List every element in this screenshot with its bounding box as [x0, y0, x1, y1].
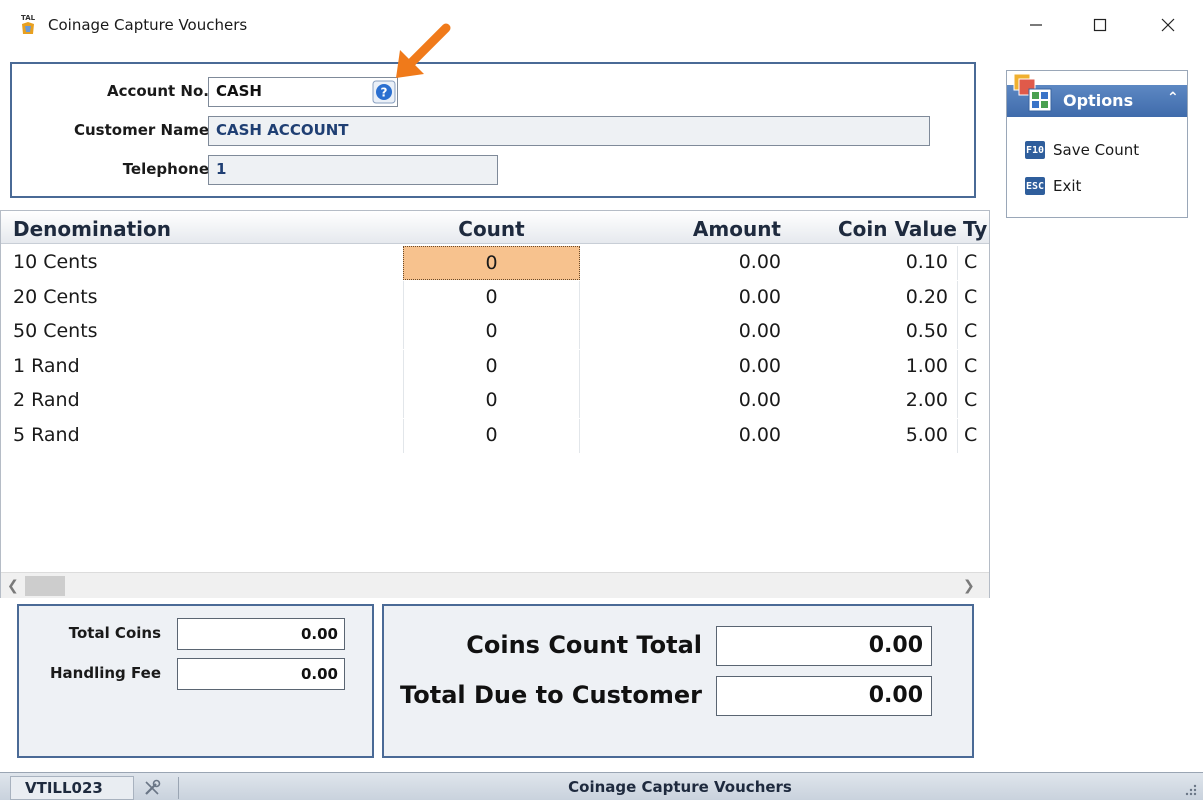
save-count-label: Save Count [1053, 141, 1140, 159]
coins-count-total-label: Coins Count Total [466, 631, 702, 659]
scroll-left-icon[interactable]: ❮ [7, 578, 19, 594]
cell-coin-value: 0.20 [905, 285, 948, 308]
handling-fee-label: Handling Fee [50, 664, 161, 682]
account-no-label: Account No. [106, 82, 209, 100]
account-no-field[interactable]: CASH [208, 77, 398, 107]
cell-denomination: 5 Rand [13, 423, 80, 446]
window-title: Coinage Capture Vouchers [48, 16, 248, 34]
options-title: Options [1063, 91, 1134, 110]
maximize-button[interactable] [1077, 8, 1123, 42]
status-divider [178, 777, 179, 799]
scroll-right-icon[interactable]: ❯ [963, 578, 975, 594]
minimize-button[interactable] [1013, 8, 1059, 42]
total-coins-field[interactable]: 0.00 [177, 618, 345, 650]
customer-panel: Account No. CASH Customer Name CASH ACCO… [10, 62, 976, 198]
f10-key-icon: F10 [1025, 141, 1045, 159]
handling-fee-field[interactable]: 0.00 [177, 658, 345, 690]
table-row[interactable]: 20 Cents 0 0.00 0.20 C [1, 280, 989, 315]
cell-coin-value: 5.00 [905, 423, 948, 446]
status-bar: VTILL023 Coinage Capture Vouchers [0, 772, 1203, 800]
minimize-icon [1030, 24, 1042, 26]
cell-denomination: 20 Cents [13, 285, 98, 308]
maximize-icon [1093, 18, 1107, 32]
tools-icon [145, 779, 161, 795]
cell-amount: 0.00 [738, 251, 781, 273]
tal-logo-icon: TAL [21, 14, 36, 34]
customer-name-field[interactable]: CASH ACCOUNT [208, 116, 930, 146]
total-coins-label: Total Coins [68, 624, 161, 642]
cell-count[interactable]: 0 [403, 349, 580, 384]
column-header-count[interactable]: Count [403, 217, 580, 241]
coins-count-total-field[interactable]: 0.00 [716, 626, 932, 666]
table-row[interactable]: 2 Rand 0 0.00 2.00 C [1, 384, 989, 418]
coin-totals-panel: Total Coins 0.00 Handling Fee 0.00 [17, 604, 374, 758]
cell-denomination: 1 Rand [13, 354, 80, 377]
annotation-arrow-icon [396, 23, 451, 78]
cell-amount: 0.00 [738, 285, 781, 308]
cell-count[interactable]: 0 [403, 280, 580, 315]
table-row[interactable]: 1 Rand 0 0.00 1.00 C [1, 349, 989, 384]
exit-label: Exit [1053, 177, 1082, 195]
options-grid-icon [1013, 73, 1052, 112]
cell-count[interactable]: 0 [403, 315, 580, 349]
customer-totals-panel: Coins Count Total 0.00 Total Due to Cust… [382, 604, 974, 758]
grid-body: 10 Cents 0 0.00 0.10 C 20 Cents 0 0.00 0.20 C 50 C… [1, 246, 989, 572]
telephone-field[interactable]: 1 [208, 155, 498, 185]
esc-key-icon: ESC [1025, 177, 1045, 195]
horizontal-scrollbar[interactable]: ❮ ❯ [1, 572, 989, 598]
cell-coin-value: 1.00 [905, 354, 948, 377]
tools-button[interactable] [138, 776, 166, 800]
tal-logo-text: TAL [21, 14, 36, 22]
cell-type: C [957, 349, 987, 384]
table-row[interactable]: 5 Rand 0 0.00 5.00 C [1, 418, 989, 453]
cell-count[interactable]: 0 [403, 384, 580, 418]
resize-grip-icon[interactable] [1184, 783, 1198, 797]
cell-amount: 0.00 [738, 354, 781, 377]
scrollbar-thumb[interactable] [25, 576, 65, 596]
cell-denomination: 10 Cents [13, 251, 98, 273]
cell-amount: 0.00 [738, 320, 781, 342]
cell-count[interactable]: 0 [403, 418, 580, 453]
svg-text:?: ? [381, 86, 388, 100]
close-button[interactable] [1145, 8, 1191, 42]
options-panel: Options ⌃ F10 Save Count ESC Exit [1006, 70, 1188, 218]
cell-type: C [957, 384, 987, 418]
cell-type: C [957, 280, 987, 315]
cell-denomination: 2 Rand [13, 389, 80, 411]
save-count-option[interactable]: F10 Save Count [1025, 139, 1139, 161]
terminal-id: VTILL023 [10, 776, 134, 800]
denomination-grid: Denomination Count Amount Coin Value Ty … [0, 210, 990, 598]
table-row[interactable]: 10 Cents 0 0.00 0.10 C [1, 246, 989, 280]
cell-type: C [957, 246, 987, 280]
total-due-label: Total Due to Customer [400, 681, 702, 709]
column-header-denomination[interactable]: Denomination [13, 217, 171, 241]
window: TAL Coinage Capture Vouchers Account No.… [0, 0, 1203, 800]
column-header-type[interactable]: Ty [963, 217, 989, 241]
exit-option[interactable]: ESC Exit [1025, 175, 1081, 197]
grid-header: Denomination Count Amount Coin Value Ty [1, 211, 989, 244]
total-due-field[interactable]: 0.00 [716, 676, 932, 716]
close-icon [1161, 18, 1175, 32]
column-header-amount[interactable]: Amount [581, 217, 781, 241]
cell-type: C [957, 418, 987, 453]
cell-coin-value: 2.00 [905, 389, 948, 411]
cell-coin-value: 0.10 [905, 251, 948, 273]
customer-name-label: Customer Name [74, 121, 209, 139]
cell-denomination: 50 Cents [13, 320, 98, 342]
cell-coin-value: 0.50 [905, 320, 948, 342]
telephone-label: Telephone [122, 160, 209, 178]
column-header-coin-value[interactable]: Coin Value [801, 217, 957, 241]
cell-count[interactable]: 0 [403, 246, 580, 280]
table-row[interactable]: 50 Cents 0 0.00 0.50 C [1, 315, 989, 349]
title-bar: TAL Coinage Capture Vouchers [0, 0, 1203, 50]
status-title: Coinage Capture Vouchers [568, 778, 792, 796]
cell-amount: 0.00 [738, 423, 781, 446]
cell-amount: 0.00 [738, 389, 781, 411]
cell-type: C [957, 315, 987, 349]
collapse-chevron-icon[interactable]: ⌃ [1167, 90, 1179, 106]
